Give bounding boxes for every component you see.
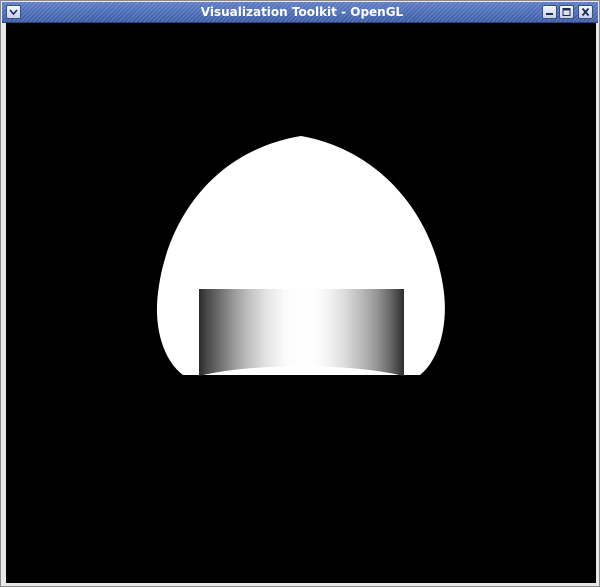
maximize-icon	[562, 8, 571, 16]
window-menu-button[interactable]	[6, 5, 21, 19]
maximize-button[interactable]	[559, 5, 574, 19]
window-title: Visualization Toolkit - OpenGL	[200, 5, 404, 19]
application-window: Visualization Toolkit - OpenGL	[0, 0, 600, 587]
close-icon	[581, 7, 590, 17]
render-viewport[interactable]	[6, 23, 596, 583]
title-bar[interactable]: Visualization Toolkit - OpenGL	[2, 2, 598, 23]
rendered-scene	[156, 136, 445, 376]
close-button[interactable]	[578, 5, 593, 19]
chevron-down-icon	[9, 9, 18, 16]
minimize-icon	[546, 13, 553, 15]
shaded-cylinder	[199, 289, 404, 376]
minimize-button[interactable]	[542, 5, 557, 19]
